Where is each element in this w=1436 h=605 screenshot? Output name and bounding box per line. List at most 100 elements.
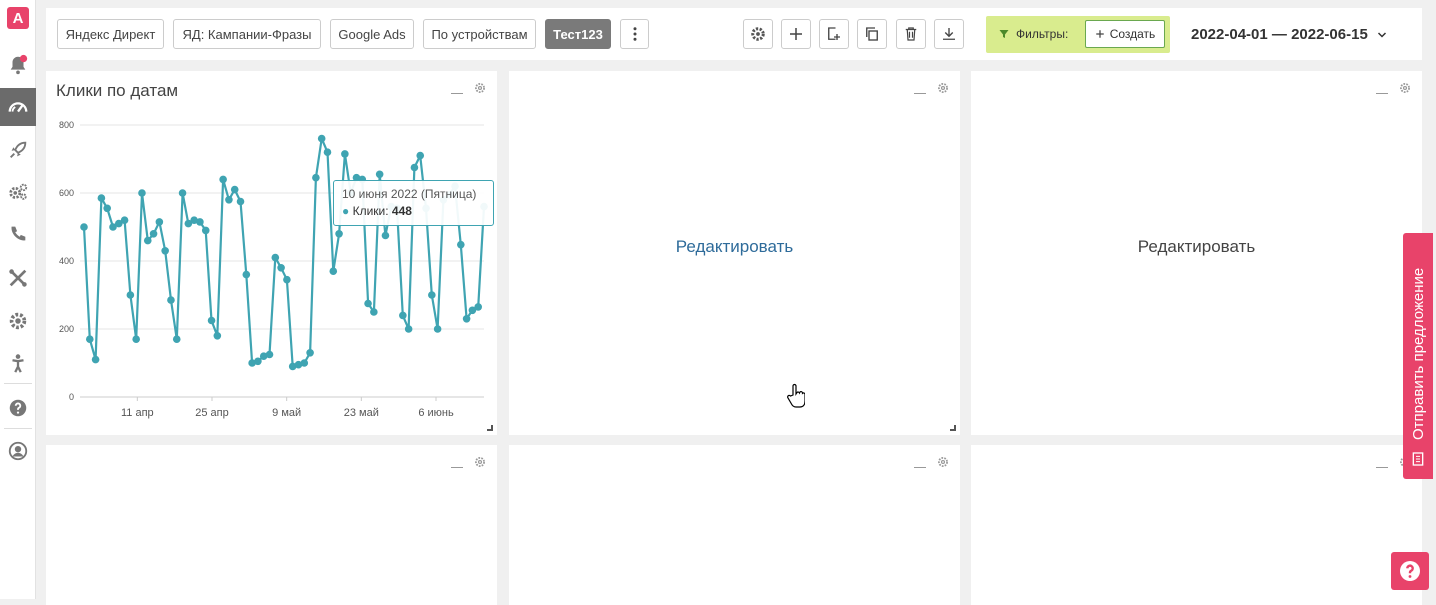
- copy-dashboard-button[interactable]: [857, 19, 887, 49]
- data-point: [213, 332, 222, 340]
- data-point: [265, 350, 274, 359]
- gear-icon[interactable]: [936, 81, 950, 95]
- tooltip-series: Клики: [352, 204, 386, 218]
- notifications-button[interactable]: [0, 47, 36, 83]
- widget-controls: [1376, 81, 1412, 95]
- data-point: [172, 335, 181, 344]
- calls-button[interactable]: [0, 216, 36, 252]
- app-logo[interactable]: A: [0, 0, 36, 36]
- data-point: [370, 308, 378, 316]
- widget-controls: [914, 81, 950, 95]
- more-tabs-button[interactable]: [620, 19, 649, 49]
- data-point: [329, 267, 338, 275]
- resize-handle[interactable]: [950, 425, 956, 431]
- more-vertical-icon: [633, 27, 636, 41]
- widget-controls: [451, 455, 487, 469]
- y-tick-label: 800: [59, 120, 74, 130]
- clicks-line-chart: 0 200 400 600 800 11 апр 25 апр 9 май 23 май 6 ию…: [59, 120, 488, 419]
- data-point: [433, 325, 442, 333]
- minimize-icon[interactable]: [1376, 82, 1388, 94]
- automation-button[interactable]: [0, 174, 36, 210]
- dashboard-settings-button[interactable]: [743, 19, 773, 49]
- gear-icon[interactable]: [1398, 81, 1412, 95]
- tooltip-row: ● Клики: 448: [342, 204, 412, 218]
- widget-empty-6: [971, 445, 1422, 605]
- data-point: [149, 230, 158, 238]
- profile-button[interactable]: [0, 433, 36, 469]
- minimize-icon[interactable]: [451, 456, 463, 468]
- sidebar-divider: [4, 383, 32, 384]
- data-point: [323, 148, 332, 156]
- resize-handle[interactable]: [487, 425, 493, 431]
- data-point: [143, 236, 152, 245]
- x-tick-label: 11 апр: [121, 407, 154, 419]
- funnel-icon: [999, 30, 1009, 38]
- delete-dashboard-button[interactable]: [896, 19, 926, 49]
- data-point: [416, 151, 425, 160]
- data-point: [335, 230, 343, 238]
- add-widget-button[interactable]: [781, 19, 811, 49]
- settings-button[interactable]: [0, 303, 36, 339]
- filters-panel: Фильтры: Создать: [986, 16, 1170, 53]
- data-point: [230, 185, 239, 194]
- tab-test123[interactable]: Тест123: [545, 19, 611, 49]
- data-point: [91, 355, 100, 364]
- data-point: [201, 226, 210, 235]
- help-chat-button[interactable]: [1391, 552, 1429, 590]
- help-center-button[interactable]: [0, 390, 36, 426]
- dashboard-button[interactable]: [0, 88, 36, 126]
- copy-icon: [866, 27, 878, 41]
- tooltip-date: 10 июня 2022 (Пятница): [342, 187, 477, 201]
- data-point: [312, 173, 320, 182]
- download-button[interactable]: [934, 19, 964, 49]
- x-tick-label: 25 апр: [195, 407, 228, 419]
- data-point: [306, 349, 314, 357]
- edit-widget-link[interactable]: Редактировать: [971, 237, 1422, 257]
- filters-label[interactable]: Фильтры:: [998, 27, 1068, 41]
- filters-label-text: Фильтры:: [1016, 27, 1069, 41]
- series-dot-icon: ●: [342, 204, 350, 218]
- widget-controls: [914, 455, 950, 469]
- gear-icon: [9, 312, 27, 330]
- tab-yd-campaigns-phrases[interactable]: ЯД: Кампании-Фразы: [173, 19, 321, 49]
- tab-yandex-direct[interactable]: Яндекс Директ: [57, 19, 164, 49]
- add-square-icon: [828, 27, 840, 40]
- minimize-icon[interactable]: [914, 82, 926, 94]
- edit-widget-link[interactable]: Редактировать: [509, 237, 960, 257]
- create-filter-button[interactable]: Создать: [1085, 20, 1165, 48]
- add-dashboard-button[interactable]: [819, 19, 849, 49]
- data-point: [97, 194, 106, 202]
- x-tick-label: 9 май: [272, 407, 301, 419]
- widget-empty-4: [46, 445, 497, 605]
- data-point: [132, 335, 140, 344]
- data-point: [381, 231, 390, 240]
- data-point: [254, 357, 262, 366]
- date-range-picker[interactable]: 2022-04-01 — 2022-06-15: [1191, 26, 1388, 43]
- data-point: [300, 359, 309, 367]
- training-button[interactable]: [0, 345, 36, 381]
- tab-by-devices[interactable]: По устройствам: [423, 19, 536, 49]
- series-line-clicks: [82, 137, 486, 368]
- tab-google-ads[interactable]: Google Ads: [330, 19, 414, 49]
- widget-empty-2: Редактировать: [509, 71, 960, 435]
- widget-empty-5: [509, 445, 960, 605]
- data-point: [317, 134, 326, 143]
- gear-icon[interactable]: [936, 455, 950, 469]
- gear-icon[interactable]: [473, 455, 487, 469]
- sidebar: A: [0, 0, 36, 599]
- tools-button[interactable]: [0, 260, 36, 296]
- data-point: [103, 204, 111, 213]
- chevron-down-icon: [1377, 31, 1386, 38]
- help-icon: [1400, 561, 1420, 581]
- data-point: [410, 163, 419, 172]
- campaigns-button[interactable]: [0, 132, 36, 168]
- minimize-icon[interactable]: [1376, 456, 1388, 468]
- minimize-icon[interactable]: [914, 456, 926, 468]
- feedback-label: Отправить предложение: [1410, 267, 1427, 440]
- data-point: [207, 316, 216, 325]
- data-point: [462, 315, 471, 323]
- data-point: [236, 197, 245, 206]
- gears-icon: [9, 183, 28, 200]
- speedometer-icon: [8, 102, 28, 113]
- gear-icon: [751, 27, 765, 41]
